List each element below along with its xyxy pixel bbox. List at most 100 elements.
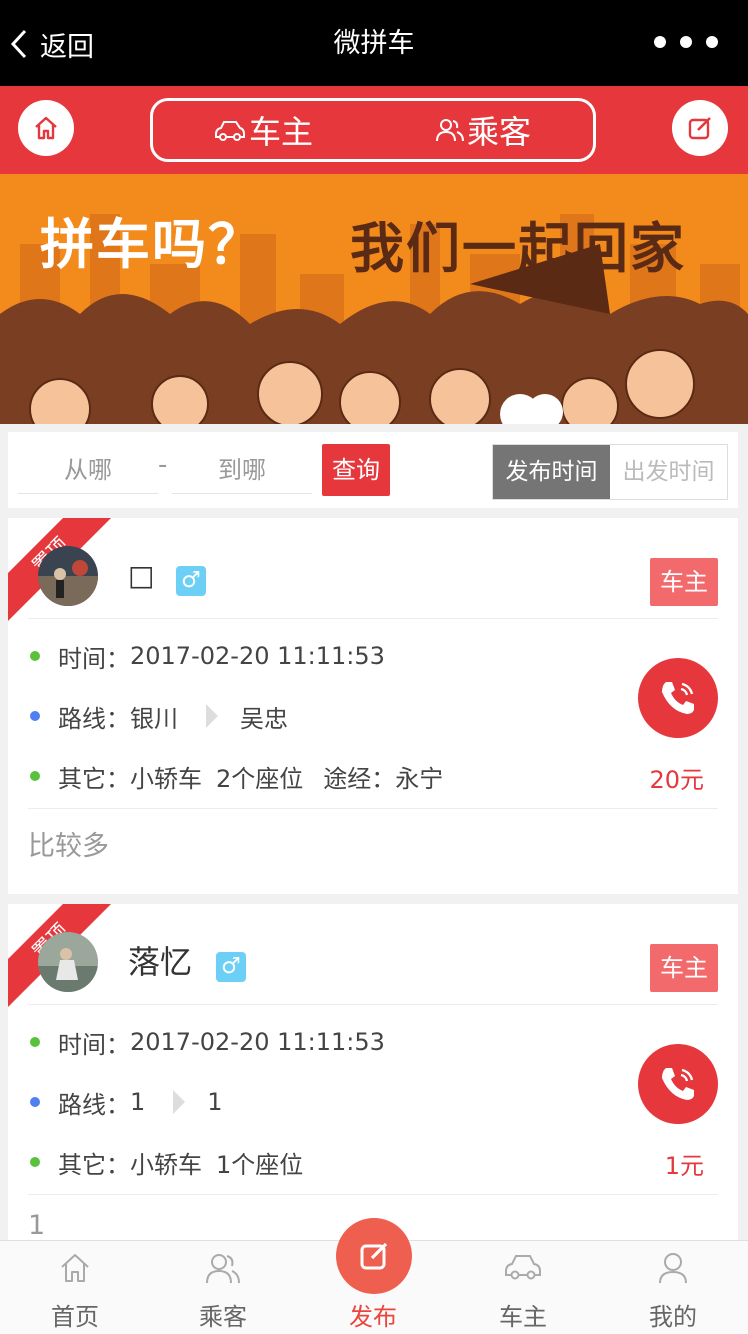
- divider: [28, 1004, 718, 1005]
- time-label: 时间：: [58, 1030, 130, 1059]
- from-input[interactable]: 从哪: [18, 442, 158, 494]
- route-arrow-icon: [173, 1090, 186, 1114]
- query-button[interactable]: 查询: [322, 444, 390, 496]
- publish-button[interactable]: [336, 1218, 412, 1294]
- user-name: □: [128, 559, 155, 592]
- route-label: 路线：: [58, 704, 130, 733]
- user-icon: [659, 1253, 687, 1284]
- post-time-row: 时间： 2017-02-20 11:11:53: [30, 640, 385, 673]
- tab-home[interactable]: 首页: [0, 1241, 150, 1334]
- home-button[interactable]: [18, 100, 74, 156]
- post-note: 比较多: [28, 831, 109, 862]
- route-from: 银川: [130, 704, 178, 733]
- role-switcher: 车主 乘客: [150, 98, 596, 162]
- banner-headline-right: 我们一起回家: [350, 217, 686, 280]
- call-button[interactable]: [638, 658, 718, 738]
- post-note: 1: [28, 1210, 46, 1241]
- male-gender-icon: ♂: [176, 566, 206, 596]
- tab-mine[interactable]: 我的: [598, 1241, 748, 1334]
- edit-button[interactable]: [672, 100, 728, 156]
- ride-post-card[interactable]: 置顶 □ ♂ 车主 时间： 2017-02-20 11:11:53 路线： 银川…: [8, 518, 738, 894]
- avatar: [38, 932, 98, 992]
- tab-home-label: 首页: [51, 1303, 99, 1331]
- search-filter-bar: 从哪 - 到哪 查询 发布时间 出发时间: [8, 432, 738, 508]
- tab-passenger[interactable]: 乘客: [148, 1241, 298, 1334]
- via-label: 途经：: [323, 764, 396, 793]
- vehicle-type: 小轿车: [130, 1150, 202, 1179]
- post-other-row: 其它： 小轿车 1个座位: [30, 1146, 304, 1179]
- tab-passenger-label: 乘客: [466, 113, 531, 151]
- seat-count: 2个座位: [216, 764, 304, 793]
- time-value: 2017-02-20 11:11:53: [130, 642, 385, 670]
- more-menu-button[interactable]: [654, 36, 718, 48]
- time-label: 时间：: [58, 644, 130, 673]
- page-title: 微拼车: [333, 28, 415, 59]
- post-route-row: 路线： 1 1: [30, 1086, 223, 1119]
- other-label: 其它：: [58, 764, 130, 793]
- tab-driver-label: 车主: [499, 1303, 547, 1331]
- home-icon: [35, 116, 57, 140]
- phone-icon: [662, 682, 694, 714]
- tab-publish-label: 发布: [349, 1303, 397, 1331]
- male-gender-icon: ♂: [216, 952, 246, 982]
- banner-headline-left: 拼车吗？: [40, 213, 264, 276]
- bullet-icon: [30, 771, 40, 781]
- role-badge: 车主: [650, 558, 718, 606]
- ride-post-card[interactable]: 置顶 落忆 ♂ 车主 时间： 2017-02-20 11:11:53 路线： 1…: [8, 904, 738, 1244]
- car-icon: [505, 1255, 541, 1280]
- seat-count: 1个座位: [216, 1150, 304, 1179]
- other-label: 其它：: [58, 1150, 130, 1179]
- bullet-icon: [30, 651, 40, 661]
- bullet-icon: [30, 1037, 40, 1047]
- bullet-icon: [30, 1097, 40, 1107]
- post-other-row: 其它： 小轿车 2个座位 途经： 永宁: [30, 760, 444, 793]
- home-icon: [61, 1254, 89, 1282]
- route-to: 吴忠: [240, 704, 288, 733]
- price: 1元: [664, 1152, 704, 1180]
- edit-icon: [688, 117, 711, 140]
- avatar-image: [38, 546, 98, 606]
- tab-driver[interactable]: 车主: [153, 107, 373, 153]
- phone-icon: [662, 1068, 694, 1100]
- people-icon: [435, 119, 464, 142]
- header-bar: 车主 乘客: [0, 86, 748, 174]
- post-time-row: 时间： 2017-02-20 11:11:53: [30, 1026, 385, 1059]
- time-value: 2017-02-20 11:11:53: [130, 1028, 385, 1056]
- sort-departure-time[interactable]: 出发时间: [610, 445, 727, 499]
- divider: [28, 618, 718, 619]
- promo-banner[interactable]: 拼车吗？ 我们一起回家: [0, 174, 748, 424]
- divider: [28, 808, 718, 809]
- user-name: 落忆: [128, 943, 193, 981]
- via-value: 永宁: [395, 764, 444, 793]
- bullet-icon: [30, 711, 40, 721]
- avatar: [38, 546, 98, 606]
- vehicle-type: 小轿车: [130, 764, 202, 793]
- price: 20元: [649, 766, 704, 794]
- role-badge: 车主: [650, 944, 718, 992]
- route-arrow-icon: [206, 704, 218, 728]
- route-from: 1: [130, 1088, 146, 1116]
- sort-toggle: 发布时间 出发时间: [492, 444, 728, 500]
- range-separator: -: [158, 450, 168, 480]
- more-dot-icon: [680, 36, 692, 48]
- bullet-icon: [30, 1157, 40, 1167]
- more-dot-icon: [654, 36, 666, 48]
- tab-driver[interactable]: 车主: [448, 1241, 598, 1334]
- to-input[interactable]: 到哪: [172, 442, 312, 494]
- call-button[interactable]: [638, 1044, 718, 1124]
- tab-mine-label: 我的: [649, 1303, 697, 1331]
- more-dot-icon: [706, 36, 718, 48]
- edit-icon: [360, 1242, 388, 1270]
- people-icon: [206, 1254, 240, 1284]
- car-icon: [214, 121, 245, 141]
- avatar-image: [38, 932, 98, 992]
- tab-passenger[interactable]: 乘客: [373, 107, 593, 153]
- sort-publish-time[interactable]: 发布时间: [493, 445, 610, 499]
- tab-passenger-label: 乘客: [199, 1303, 247, 1331]
- top-nav-bar: 返回 微拼车: [0, 0, 748, 86]
- route-to: 1: [207, 1088, 223, 1116]
- tab-driver-label: 车主: [248, 113, 313, 151]
- route-label: 路线：: [58, 1090, 130, 1119]
- divider: [28, 1194, 718, 1195]
- post-route-row: 路线： 银川 吴忠: [30, 700, 288, 733]
